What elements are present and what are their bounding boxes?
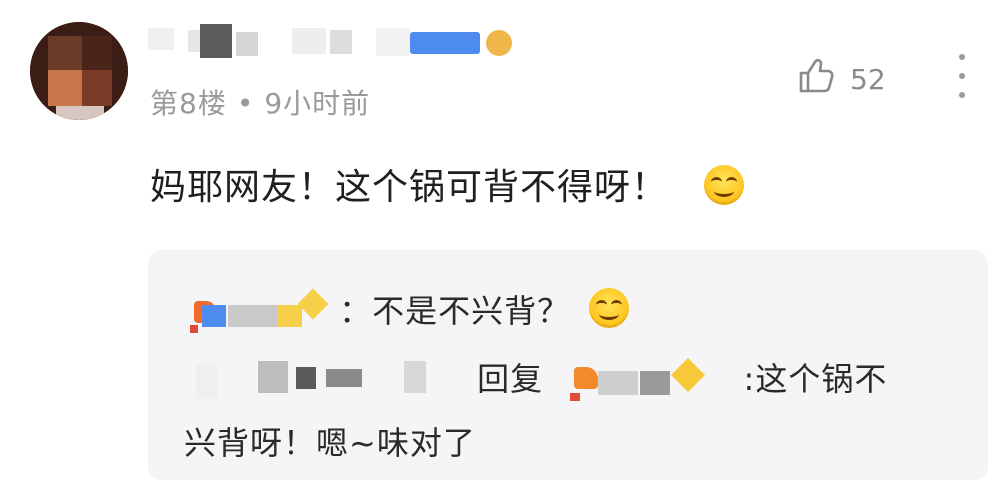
comment-time: 9小时前 bbox=[264, 87, 371, 120]
reply-text-line1: :这个锅不 bbox=[743, 360, 888, 398]
redacted-reply-author[interactable] bbox=[188, 288, 329, 337]
redacted-username[interactable] bbox=[140, 20, 520, 60]
user-avatar[interactable] bbox=[30, 22, 128, 120]
comment-meta: 第8楼 • 9小时前 bbox=[150, 82, 370, 122]
reply-item[interactable]: 回复 :这个锅不 bbox=[196, 354, 887, 405]
replies-panel[interactable]: ：不是不兴背？ 回复 :这个锅不 兴背呀！嗯~味对了 bbox=[148, 250, 988, 480]
comment-content: 妈耶网友！这个锅可背不得呀！ bbox=[150, 158, 745, 210]
floor-label: 第8楼 bbox=[150, 87, 227, 120]
grin-emoji-icon bbox=[704, 165, 745, 205]
meta-separator: • bbox=[236, 87, 255, 120]
redacted-reply-target[interactable] bbox=[568, 357, 718, 405]
grin-emoji-icon bbox=[589, 288, 630, 328]
reply-action-label: 回复 bbox=[477, 360, 544, 398]
comment-text: 妈耶网友！这个锅可背不得呀！ bbox=[150, 167, 669, 208]
more-vertical-icon[interactable] bbox=[950, 54, 974, 98]
thumbs-up-icon bbox=[796, 56, 836, 103]
like-button[interactable]: 52 bbox=[796, 56, 886, 103]
reply-text-continued: 兴背呀！嗯~味对了 bbox=[184, 418, 476, 464]
reply-text-line2: 兴背呀！嗯~味对了 bbox=[184, 424, 476, 462]
reply-item[interactable]: ：不是不兴背？ bbox=[188, 286, 630, 337]
like-count: 52 bbox=[850, 63, 886, 96]
redacted-reply-author[interactable] bbox=[196, 357, 466, 405]
reply-text: ：不是不兴背？ bbox=[339, 292, 571, 330]
